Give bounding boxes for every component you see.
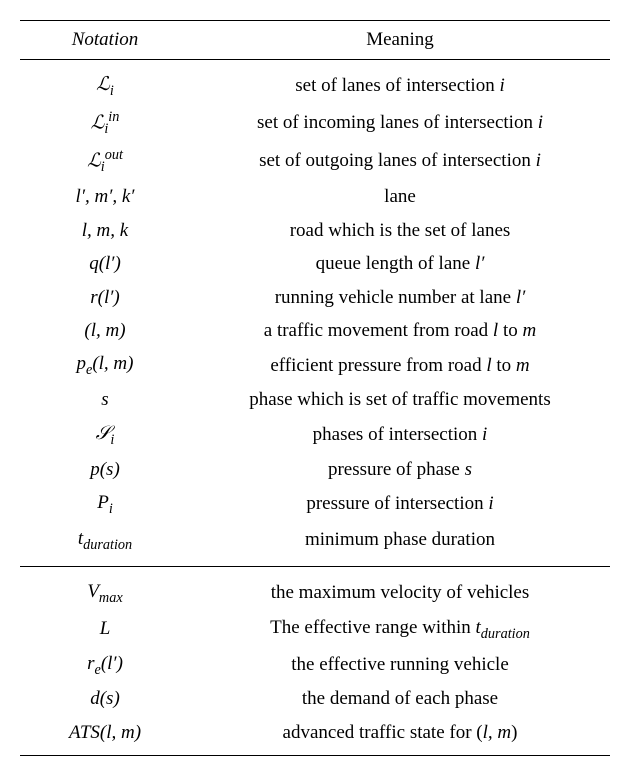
meaning-cell: advanced traffic state for (l, m) — [190, 716, 610, 756]
meaning-cell: set of lanes of intersection i — [190, 68, 610, 104]
table-row: 𝒮iphases of intersection i — [20, 417, 610, 453]
table-row: r(l′)running vehicle number at lane l′ — [20, 281, 610, 314]
table-row: sphase which is set of traffic movements — [20, 383, 610, 416]
table-row: LThe effective range within tduration — [20, 611, 610, 647]
table-row: ATS(l, m)advanced traffic state for (l, … — [20, 716, 610, 756]
table-row: ℒiinset of incoming lanes of intersectio… — [20, 104, 610, 142]
meaning-cell: phases of intersection i — [190, 417, 610, 453]
table-row: pe(l, m)efficient pressure from road l t… — [20, 347, 610, 383]
meaning-cell: queue length of lane l′ — [190, 247, 610, 280]
table-row: re(l′)the effective running vehicle — [20, 647, 610, 683]
notation-cell: ℒiin — [20, 104, 190, 142]
meaning-cell: set of outgoing lanes of intersection i — [190, 142, 610, 180]
meaning-cell: running vehicle number at lane l′ — [190, 281, 610, 314]
meaning-cell: pressure of intersection i — [190, 486, 610, 522]
table-body: ℒiset of lanes of intersection iℒiinset … — [20, 60, 610, 756]
spacer — [20, 60, 610, 69]
notation-cell: 𝒮i — [20, 417, 190, 453]
meaning-cell: efficient pressure from road l to m — [190, 347, 610, 383]
meaning-cell: a traffic movement from road l to m — [190, 314, 610, 347]
notation-cell: ATS(l, m) — [20, 716, 190, 756]
notation-cell: pe(l, m) — [20, 347, 190, 383]
notation-cell: Vmax — [20, 566, 190, 610]
meaning-cell: minimum phase duration — [190, 522, 610, 566]
meaning-cell: the effective running vehicle — [190, 647, 610, 683]
notation-cell: l, m, k — [20, 214, 190, 247]
notation-cell: r(l′) — [20, 281, 190, 314]
table-row: Vmaxthe maximum velocity of vehicles — [20, 566, 610, 610]
table-row: ℒiset of lanes of intersection i — [20, 68, 610, 104]
table-row: ℒioutset of outgoing lanes of intersecti… — [20, 142, 610, 180]
notation-cell: tduration — [20, 522, 190, 566]
notation-cell: d(s) — [20, 682, 190, 715]
table-row: tdurationminimum phase duration — [20, 522, 610, 566]
notation-cell: p(s) — [20, 453, 190, 486]
col-header-meaning: Meaning — [190, 21, 610, 60]
col-header-notation: Notation — [20, 21, 190, 60]
table-row: q(l′)queue length of lane l′ — [20, 247, 610, 280]
meaning-cell: pressure of phase s — [190, 453, 610, 486]
notation-cell: Pi — [20, 486, 190, 522]
table-row: l, m, kroad which is the set of lanes — [20, 214, 610, 247]
meaning-cell: the demand of each phase — [190, 682, 610, 715]
table-row: Pipressure of intersection i — [20, 486, 610, 522]
meaning-cell: road which is the set of lanes — [190, 214, 610, 247]
table-row: (l, m)a traffic movement from road l to … — [20, 314, 610, 347]
notation-cell: ℒiout — [20, 142, 190, 180]
meaning-cell: The effective range within tduration — [190, 611, 610, 647]
notation-cell: l′, m′, k′ — [20, 180, 190, 213]
table-row: d(s)the demand of each phase — [20, 682, 610, 715]
table-row: l′, m′, k′lane — [20, 180, 610, 213]
notation-cell: q(l′) — [20, 247, 190, 280]
meaning-cell: the maximum velocity of vehicles — [190, 566, 610, 610]
meaning-cell: lane — [190, 180, 610, 213]
notation-cell: (l, m) — [20, 314, 190, 347]
notation-cell: re(l′) — [20, 647, 190, 683]
header-row: Notation Meaning — [20, 21, 610, 60]
notation-cell: ℒi — [20, 68, 190, 104]
meaning-cell: set of incoming lanes of intersection i — [190, 104, 610, 142]
meaning-cell: phase which is set of traffic movements — [190, 383, 610, 416]
table-row: p(s)pressure of phase s — [20, 453, 610, 486]
notation-cell: L — [20, 611, 190, 647]
notation-table: Notation Meaning ℒiset of lanes of inter… — [20, 20, 610, 756]
notation-cell: s — [20, 383, 190, 416]
